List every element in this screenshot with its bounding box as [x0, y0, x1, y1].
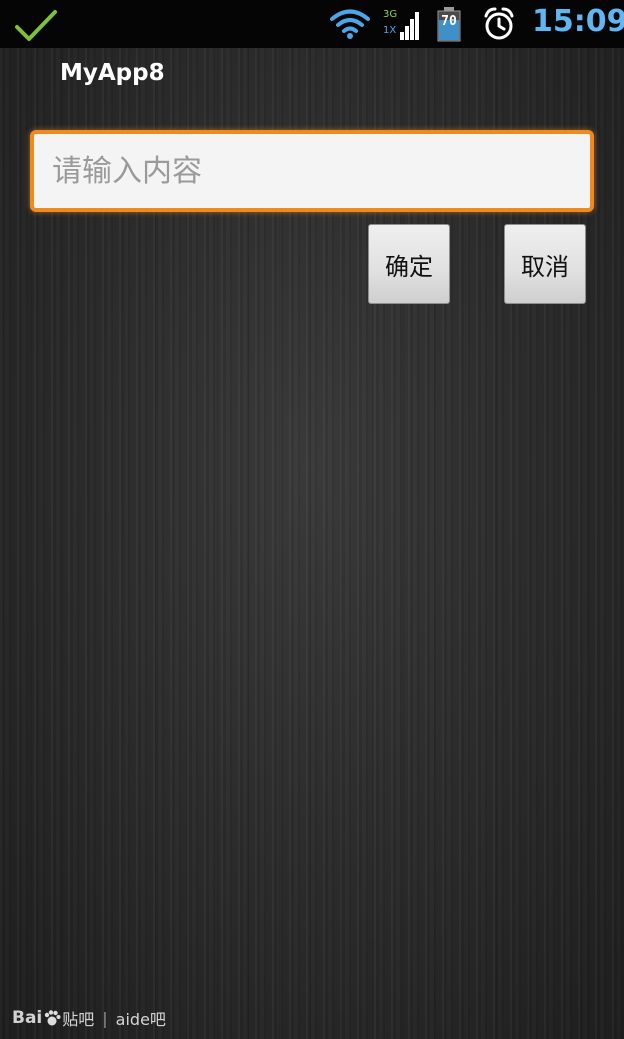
paw-icon [45, 1010, 61, 1026]
network-type-3g: 3G [383, 9, 397, 20]
content-input[interactable] [34, 134, 590, 208]
signal-icon: 3G 1X [383, 9, 419, 40]
cancel-button[interactable]: 取消 [504, 224, 586, 304]
status-time: 15:09 [532, 4, 624, 39]
battery-level: 70 [441, 14, 457, 29]
status-bar: 3G 1X 70 15:09 [0, 0, 624, 48]
alarm-clock-icon [484, 7, 514, 40]
wifi-icon [330, 9, 370, 39]
watermark-forum: aide吧 [115, 1010, 166, 1029]
ok-button[interactable]: 确定 [368, 224, 450, 304]
app-title: MyApp8 [60, 60, 165, 86]
network-type-1x: 1X [383, 25, 396, 36]
baidu-tieba-watermark: Bai 贴吧 | aide吧 [12, 1006, 166, 1030]
content-input-container [30, 130, 594, 212]
watermark-separator: | [102, 1008, 108, 1028]
watermark-logo-left: Bai [12, 1008, 43, 1028]
check-icon [15, 10, 57, 41]
watermark-logo-right: 贴吧 [62, 1010, 95, 1029]
